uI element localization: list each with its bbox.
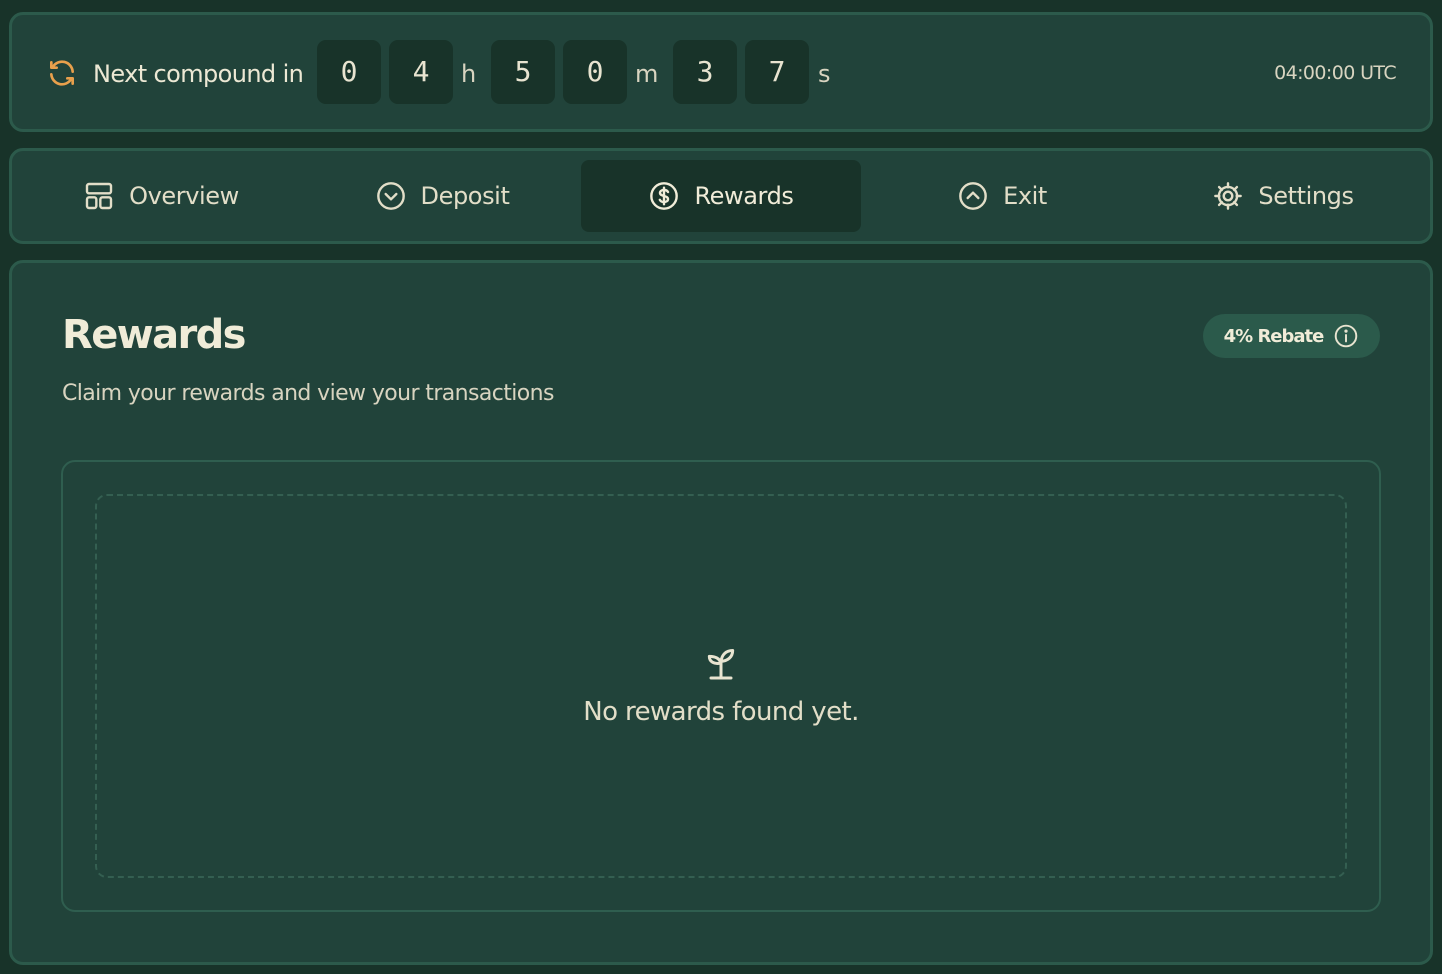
info-icon [1335,324,1358,348]
chevron-down-circle-icon [376,182,405,210]
tab-exit[interactable]: Exit [862,160,1142,232]
tab-label: Deposit [420,182,510,210]
hours-unit: h [461,60,477,88]
dollar-circle-icon [650,182,679,210]
tab-bar: Overview Deposit Rewards Exit Settings [9,148,1433,244]
rebate-label: 4% Rebate [1223,325,1325,347]
empty-state: No rewards found yet. [95,494,1347,878]
seconds-ones-digit: 7 [745,40,809,104]
minutes-ones-digit: 0 [563,40,627,104]
refresh-icon [50,60,74,86]
tab-deposit[interactable]: Deposit [302,160,582,232]
tab-settings[interactable]: Settings [1143,160,1423,232]
utc-time: 04:00:00 UTC [1274,62,1396,84]
seconds-tens-digit: 3 [673,40,737,104]
minutes-unit: m [635,60,659,88]
empty-state-text: No rewards found yet. [583,697,859,727]
compound-countdown-bar: Next compound in 0 4 h 5 0 m 3 7 s 04:00… [9,12,1433,132]
rebate-badge[interactable]: 4% Rebate [1203,314,1380,358]
layout-icon [85,182,113,210]
minutes-tens-digit: 5 [491,40,555,104]
rewards-panel: Rewards Claim your rewards and view your… [9,260,1433,965]
tab-rewards[interactable]: Rewards [581,160,861,232]
page-subtitle: Claim your rewards and view your transac… [62,381,554,406]
tab-label: Settings [1258,182,1354,210]
gear-icon [1214,182,1243,210]
tab-label: Exit [1003,182,1047,210]
page-title: Rewards [62,312,246,358]
tab-label: Overview [129,182,239,210]
tab-overview[interactable]: Overview [21,160,301,232]
chevron-up-circle-icon [959,182,987,210]
countdown-label: Next compound in [93,60,304,88]
hours-ones-digit: 4 [389,40,453,104]
sprout-icon [707,649,735,680]
rewards-list-container: No rewards found yet. [61,460,1381,912]
tab-label: Rewards [694,182,794,210]
seconds-unit: s [818,60,831,88]
hours-tens-digit: 0 [317,40,381,104]
